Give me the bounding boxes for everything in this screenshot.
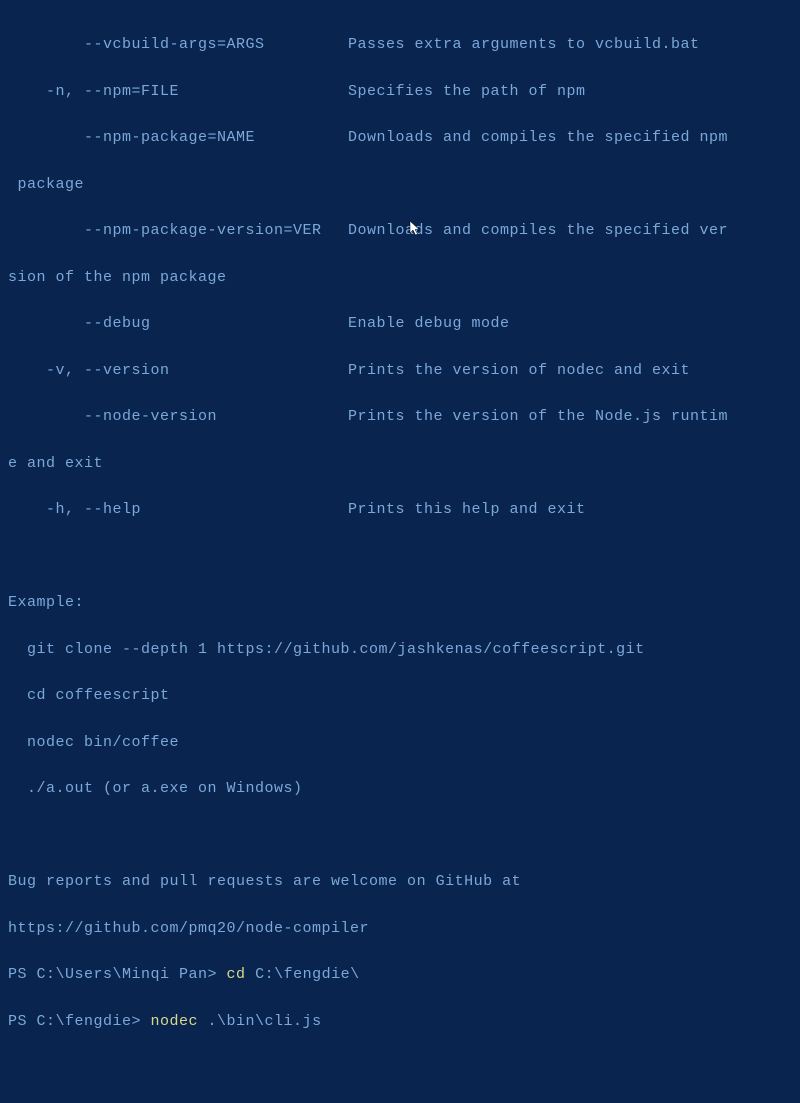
option-desc: Passes extra arguments to vcbuild.bat <box>348 33 792 56</box>
blank-line <box>8 545 792 568</box>
option-npm-package-version: --npm-package-version=VERDownloads and c… <box>8 219 792 242</box>
option-wrap: sion of the npm package <box>8 266 792 289</box>
command-verb: cd <box>227 966 256 983</box>
option-desc: Prints the version of nodec and exit <box>348 359 792 382</box>
option-flag: --npm-package-version=VER <box>8 219 348 242</box>
option-flag: --node-version <box>8 405 348 428</box>
option-vcbuild-args: --vcbuild-args=ARGSPasses extra argument… <box>8 33 792 56</box>
option-flag: --debug <box>8 312 348 335</box>
prompt-text: PS C:\Users\Minqi Pan> <box>8 966 227 983</box>
option-flag: -h, --help <box>8 498 348 521</box>
example-line: git clone --depth 1 https://github.com/j… <box>8 638 792 661</box>
mouse-cursor-icon <box>390 197 402 213</box>
option-desc: Downloads and compiles the specified npm <box>348 126 792 149</box>
example-line: cd coffeescript <box>8 684 792 707</box>
option-help: -h, --helpPrints this help and exit <box>8 498 792 521</box>
option-desc: Prints the version of the Node.js runtim <box>348 405 792 428</box>
blank-line <box>8 824 792 847</box>
option-desc: Specifies the path of npm <box>348 80 792 103</box>
command-verb: nodec <box>151 1013 208 1030</box>
prompt-text: PS C:\fengdie> <box>8 1013 151 1030</box>
bugs-line: Bug reports and pull requests are welcom… <box>8 870 792 893</box>
option-version: -v, --versionPrints the version of nodec… <box>8 359 792 382</box>
example-header: Example: <box>8 591 792 614</box>
option-debug: --debugEnable debug mode <box>8 312 792 335</box>
option-npm: -n, --npm=FILESpecifies the path of npm <box>8 80 792 103</box>
option-npm-package: --npm-package=NAMEDownloads and compiles… <box>8 126 792 149</box>
example-line: ./a.out (or a.exe on Windows) <box>8 777 792 800</box>
example-line: nodec bin/coffee <box>8 731 792 754</box>
bugs-line: https://github.com/pmq20/node-compiler <box>8 917 792 940</box>
prompt-line-1: PS C:\Users\Minqi Pan> cd C:\fengdie\ <box>8 963 792 986</box>
option-flag: -n, --npm=FILE <box>8 80 348 103</box>
option-flag: --npm-package=NAME <box>8 126 348 149</box>
option-wrap: e and exit <box>8 452 792 475</box>
option-flag: --vcbuild-args=ARGS <box>8 33 348 56</box>
prompt-line-2: PS C:\fengdie> nodec .\bin\cli.js <box>8 1010 792 1033</box>
option-flag: -v, --version <box>8 359 348 382</box>
option-wrap: package <box>8 173 792 196</box>
option-node-version: --node-versionPrints the version of the … <box>8 405 792 428</box>
option-desc: Prints this help and exit <box>348 498 792 521</box>
terminal-output[interactable]: --vcbuild-args=ARGSPasses extra argument… <box>8 10 792 1103</box>
option-desc: Downloads and compiles the specified ver <box>348 219 792 242</box>
option-desc: Enable debug mode <box>348 312 792 335</box>
command-arg: .\bin\cli.js <box>208 1013 322 1030</box>
command-arg: C:\fengdie\ <box>255 966 360 983</box>
